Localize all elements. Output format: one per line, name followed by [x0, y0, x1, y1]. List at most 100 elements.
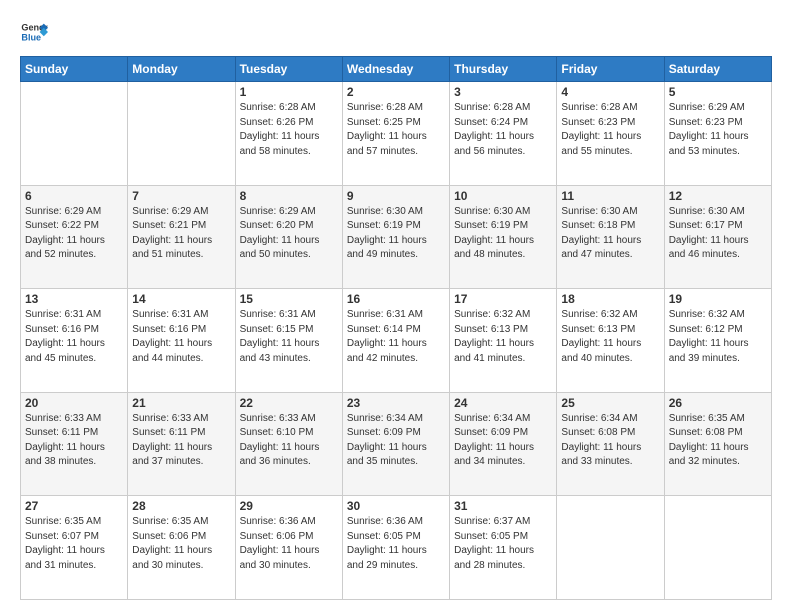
- calendar-cell: 27Sunrise: 6:35 AM Sunset: 6:07 PM Dayli…: [21, 496, 128, 600]
- day-info: Sunrise: 6:35 AM Sunset: 6:06 PM Dayligh…: [132, 515, 230, 573]
- weekday-monday: Monday: [128, 57, 235, 82]
- logo-icon: General Blue: [20, 18, 48, 46]
- day-info: Sunrise: 6:34 AM Sunset: 6:09 PM Dayligh…: [454, 412, 552, 470]
- calendar-cell: 6 Sunrise: 6:29 AM Sunset: 6:22 PM Daylig…: [21, 185, 128, 289]
- day-number: 17: [454, 292, 552, 306]
- day-number: 3: [454, 85, 552, 99]
- weekday-sunday: Sunday: [21, 57, 128, 82]
- day-info: Sunrise: 6:37 AM Sunset: 6:05 PM Dayligh…: [454, 515, 552, 573]
- logo: General Blue: [20, 18, 48, 46]
- day-info: Sunrise: 6:32 AM Sunset: 6:12 PM Dayligh…: [669, 308, 767, 366]
- calendar-cell: 13Sunrise: 6:31 AM Sunset: 6:16 PM Dayli…: [21, 289, 128, 393]
- day-info: Sunrise: 6:33 AM Sunset: 6:11 PM Dayligh…: [132, 412, 230, 470]
- day-number: 25: [561, 396, 659, 410]
- calendar-cell: 3 Sunrise: 6:28 AM Sunset: 6:24 PM Daylig…: [450, 82, 557, 186]
- weekday-wednesday: Wednesday: [342, 57, 449, 82]
- calendar-cell: 25 Sunrise: 6:34 AM Sunset: 6:08 PM Dayli…: [557, 392, 664, 496]
- day-number: 23: [347, 396, 445, 410]
- calendar-cell: 15Sunrise: 6:31 AM Sunset: 6:15 PM Dayli…: [235, 289, 342, 393]
- calendar-cell: 31 Sunrise: 6:37 AM Sunset: 6:05 PM Dayli…: [450, 496, 557, 600]
- calendar-cell: 7 Sunrise: 6:29 AM Sunset: 6:21 PM Daylig…: [128, 185, 235, 289]
- calendar-cell: 24 Sunrise: 6:34 AM Sunset: 6:09 PM Dayli…: [450, 392, 557, 496]
- day-info: Sunrise: 6:33 AM Sunset: 6:10 PM Dayligh…: [240, 412, 338, 470]
- calendar-cell: 22 Sunrise: 6:33 AM Sunset: 6:10 PM Dayli…: [235, 392, 342, 496]
- day-info: Sunrise: 6:35 AM Sunset: 6:08 PM Dayligh…: [669, 412, 767, 470]
- calendar-cell: [557, 496, 664, 600]
- calendar-cell: [128, 82, 235, 186]
- day-info: Sunrise: 6:29 AM Sunset: 6:20 PM Dayligh…: [240, 205, 338, 263]
- day-number: 6: [25, 189, 123, 203]
- day-info: Sunrise: 6:31 AM Sunset: 6:16 PM Dayligh…: [132, 308, 230, 366]
- day-info: Sunrise: 6:32 AM Sunset: 6:13 PM Dayligh…: [561, 308, 659, 366]
- day-number: 9: [347, 189, 445, 203]
- calendar-cell: 23 Sunrise: 6:34 AM Sunset: 6:09 PM Dayli…: [342, 392, 449, 496]
- day-info: Sunrise: 6:30 AM Sunset: 6:19 PM Dayligh…: [454, 205, 552, 263]
- day-info: Sunrise: 6:35 AM Sunset: 6:07 PM Dayligh…: [25, 515, 123, 573]
- calendar-cell: 17 Sunrise: 6:32 AM Sunset: 6:13 PM Dayli…: [450, 289, 557, 393]
- day-number: 22: [240, 396, 338, 410]
- calendar-cell: 8 Sunrise: 6:29 AM Sunset: 6:20 PM Daylig…: [235, 185, 342, 289]
- day-info: Sunrise: 6:32 AM Sunset: 6:13 PM Dayligh…: [454, 308, 552, 366]
- day-number: 1: [240, 85, 338, 99]
- week-row-5: 27Sunrise: 6:35 AM Sunset: 6:07 PM Dayli…: [21, 496, 772, 600]
- calendar-cell: 4Sunrise: 6:28 AM Sunset: 6:23 PM Daylig…: [557, 82, 664, 186]
- calendar-cell: [664, 496, 771, 600]
- week-row-3: 13Sunrise: 6:31 AM Sunset: 6:16 PM Dayli…: [21, 289, 772, 393]
- weekday-thursday: Thursday: [450, 57, 557, 82]
- day-number: 21: [132, 396, 230, 410]
- day-info: Sunrise: 6:30 AM Sunset: 6:17 PM Dayligh…: [669, 205, 767, 263]
- calendar-cell: 26 Sunrise: 6:35 AM Sunset: 6:08 PM Dayli…: [664, 392, 771, 496]
- week-row-4: 20 Sunrise: 6:33 AM Sunset: 6:11 PM Dayli…: [21, 392, 772, 496]
- day-number: 26: [669, 396, 767, 410]
- calendar-cell: 28Sunrise: 6:35 AM Sunset: 6:06 PM Dayli…: [128, 496, 235, 600]
- week-row-2: 6 Sunrise: 6:29 AM Sunset: 6:22 PM Daylig…: [21, 185, 772, 289]
- calendar-cell: 10Sunrise: 6:30 AM Sunset: 6:19 PM Dayli…: [450, 185, 557, 289]
- calendar-cell: 12Sunrise: 6:30 AM Sunset: 6:17 PM Dayli…: [664, 185, 771, 289]
- calendar-cell: 18 Sunrise: 6:32 AM Sunset: 6:13 PM Dayli…: [557, 289, 664, 393]
- day-info: Sunrise: 6:36 AM Sunset: 6:05 PM Dayligh…: [347, 515, 445, 573]
- day-number: 5: [669, 85, 767, 99]
- calendar-cell: 19 Sunrise: 6:32 AM Sunset: 6:12 PM Dayli…: [664, 289, 771, 393]
- calendar-cell: 21 Sunrise: 6:33 AM Sunset: 6:11 PM Dayli…: [128, 392, 235, 496]
- day-number: 20: [25, 396, 123, 410]
- page: General Blue SundayMondayTuesdayWednesda…: [0, 0, 792, 612]
- weekday-friday: Friday: [557, 57, 664, 82]
- day-info: Sunrise: 6:36 AM Sunset: 6:06 PM Dayligh…: [240, 515, 338, 573]
- day-number: 8: [240, 189, 338, 203]
- day-info: Sunrise: 6:28 AM Sunset: 6:24 PM Dayligh…: [454, 101, 552, 159]
- day-number: 11: [561, 189, 659, 203]
- day-number: 31: [454, 499, 552, 513]
- day-info: Sunrise: 6:28 AM Sunset: 6:23 PM Dayligh…: [561, 101, 659, 159]
- day-info: Sunrise: 6:30 AM Sunset: 6:19 PM Dayligh…: [347, 205, 445, 263]
- calendar-cell: 11 Sunrise: 6:30 AM Sunset: 6:18 PM Dayli…: [557, 185, 664, 289]
- day-number: 16: [347, 292, 445, 306]
- day-number: 24: [454, 396, 552, 410]
- weekday-tuesday: Tuesday: [235, 57, 342, 82]
- calendar-cell: [21, 82, 128, 186]
- day-info: Sunrise: 6:29 AM Sunset: 6:22 PM Dayligh…: [25, 205, 123, 263]
- day-number: 29: [240, 499, 338, 513]
- calendar-cell: 5 Sunrise: 6:29 AM Sunset: 6:23 PM Daylig…: [664, 82, 771, 186]
- day-info: Sunrise: 6:31 AM Sunset: 6:15 PM Dayligh…: [240, 308, 338, 366]
- day-number: 18: [561, 292, 659, 306]
- day-info: Sunrise: 6:28 AM Sunset: 6:26 PM Dayligh…: [240, 101, 338, 159]
- weekday-header-row: SundayMondayTuesdayWednesdayThursdayFrid…: [21, 57, 772, 82]
- day-info: Sunrise: 6:30 AM Sunset: 6:18 PM Dayligh…: [561, 205, 659, 263]
- day-info: Sunrise: 6:34 AM Sunset: 6:09 PM Dayligh…: [347, 412, 445, 470]
- calendar-cell: 14 Sunrise: 6:31 AM Sunset: 6:16 PM Dayli…: [128, 289, 235, 393]
- calendar-cell: 9 Sunrise: 6:30 AM Sunset: 6:19 PM Daylig…: [342, 185, 449, 289]
- day-info: Sunrise: 6:29 AM Sunset: 6:23 PM Dayligh…: [669, 101, 767, 159]
- day-info: Sunrise: 6:31 AM Sunset: 6:16 PM Dayligh…: [25, 308, 123, 366]
- calendar-table: SundayMondayTuesdayWednesdayThursdayFrid…: [20, 56, 772, 600]
- week-row-1: 1 Sunrise: 6:28 AM Sunset: 6:26 PM Daylig…: [21, 82, 772, 186]
- day-number: 7: [132, 189, 230, 203]
- day-info: Sunrise: 6:34 AM Sunset: 6:08 PM Dayligh…: [561, 412, 659, 470]
- day-number: 14: [132, 292, 230, 306]
- day-number: 19: [669, 292, 767, 306]
- calendar-cell: 30Sunrise: 6:36 AM Sunset: 6:05 PM Dayli…: [342, 496, 449, 600]
- calendar-cell: 2Sunrise: 6:28 AM Sunset: 6:25 PM Daylig…: [342, 82, 449, 186]
- day-info: Sunrise: 6:29 AM Sunset: 6:21 PM Dayligh…: [132, 205, 230, 263]
- weekday-saturday: Saturday: [664, 57, 771, 82]
- day-info: Sunrise: 6:28 AM Sunset: 6:25 PM Dayligh…: [347, 101, 445, 159]
- svg-text:Blue: Blue: [21, 32, 41, 42]
